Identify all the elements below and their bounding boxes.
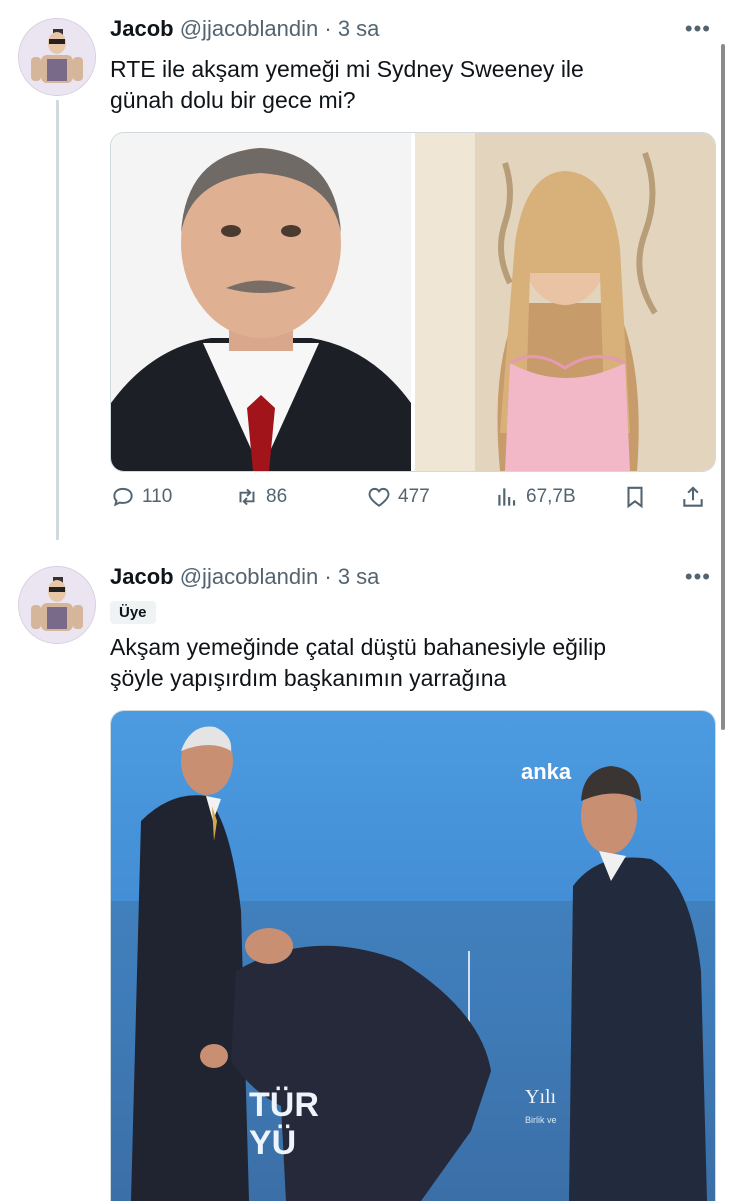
like-button[interactable]: 477 [366,484,430,510]
timestamp[interactable]: 3 sa [338,564,380,589]
separator: · [324,16,332,41]
retweet-count: 86 [266,486,288,507]
like-count: 477 [398,486,430,507]
separator: · [324,564,332,589]
reply-icon [113,487,133,507]
views-icon [498,488,516,506]
timestamp[interactable]: 3 sa [338,16,380,41]
stage-sign: Birlik ve [525,1115,557,1125]
avatar-image [19,567,95,643]
tweet-text-line: RTE ile akşam yemeği mi Sydney Sweeney i… [110,56,584,82]
avatar[interactable] [18,18,96,96]
tweet-text-line: Akşam yemeğinde çatal düştü bahanesiyle … [110,634,607,660]
tweet-header: Jacob @jjacoblandin · 3 sa [110,564,379,590]
photo-left[interactable] [111,133,411,471]
reply-button[interactable]: 110 [110,484,172,510]
member-badge: Üye [110,601,156,624]
stage-sign: YÜ [249,1124,296,1162]
stage-sign: Yılı [525,1086,557,1108]
tweet-1[interactable]: Jacob @jjacoblandin · 3 sa ••• RTE ile a… [0,0,731,540]
tweet-text-line: günah dolu bir gece mi? [110,87,356,113]
handle[interactable]: @jjacoblandin [180,564,319,589]
tweet-media[interactable] [110,132,716,472]
more-options-icon[interactable]: ••• [685,564,711,590]
share-button[interactable] [680,484,706,510]
tweet-text: Akşam yemeğinde çatal düştü bahanesiyle … [110,632,710,694]
stage-sign: TÜR [249,1086,319,1124]
stage-logo: anka [521,759,572,784]
tweet-text-line: şöyle yapışırdım başkanımın yarrağına [110,665,507,691]
share-icon [683,486,703,507]
views-count: 67,7B [526,486,576,507]
display-name[interactable]: Jacob [110,564,174,589]
tweet-text: RTE ile akşam yemeği mi Sydney Sweeney i… [110,54,710,116]
tweet-media[interactable]: anka TÜR YÜ Yılı Birlik ve [110,710,716,1201]
avatar-image [19,19,95,95]
tweet-actions: 110 86 477 67,7B [110,484,714,520]
bookmark-icon [627,486,643,509]
heart-icon [368,487,390,507]
retweet-button[interactable]: 86 [234,484,287,510]
bookmark-button[interactable] [622,484,648,510]
reply-count: 110 [142,486,173,507]
more-options-icon[interactable]: ••• [685,16,711,42]
views-button[interactable]: 67,7B [494,484,576,510]
avatar[interactable] [18,566,96,644]
tweet-2[interactable]: Jacob @jjacoblandin · 3 sa ••• Üye Akşam… [0,550,731,1201]
tweet-header: Jacob @jjacoblandin · 3 sa [110,16,379,42]
display-name[interactable]: Jacob [110,16,174,41]
retweet-icon [239,488,255,506]
event-photo[interactable]: anka TÜR YÜ Yılı Birlik ve [111,711,715,1201]
photo-right[interactable] [415,133,715,471]
handle[interactable]: @jjacoblandin [180,16,319,41]
